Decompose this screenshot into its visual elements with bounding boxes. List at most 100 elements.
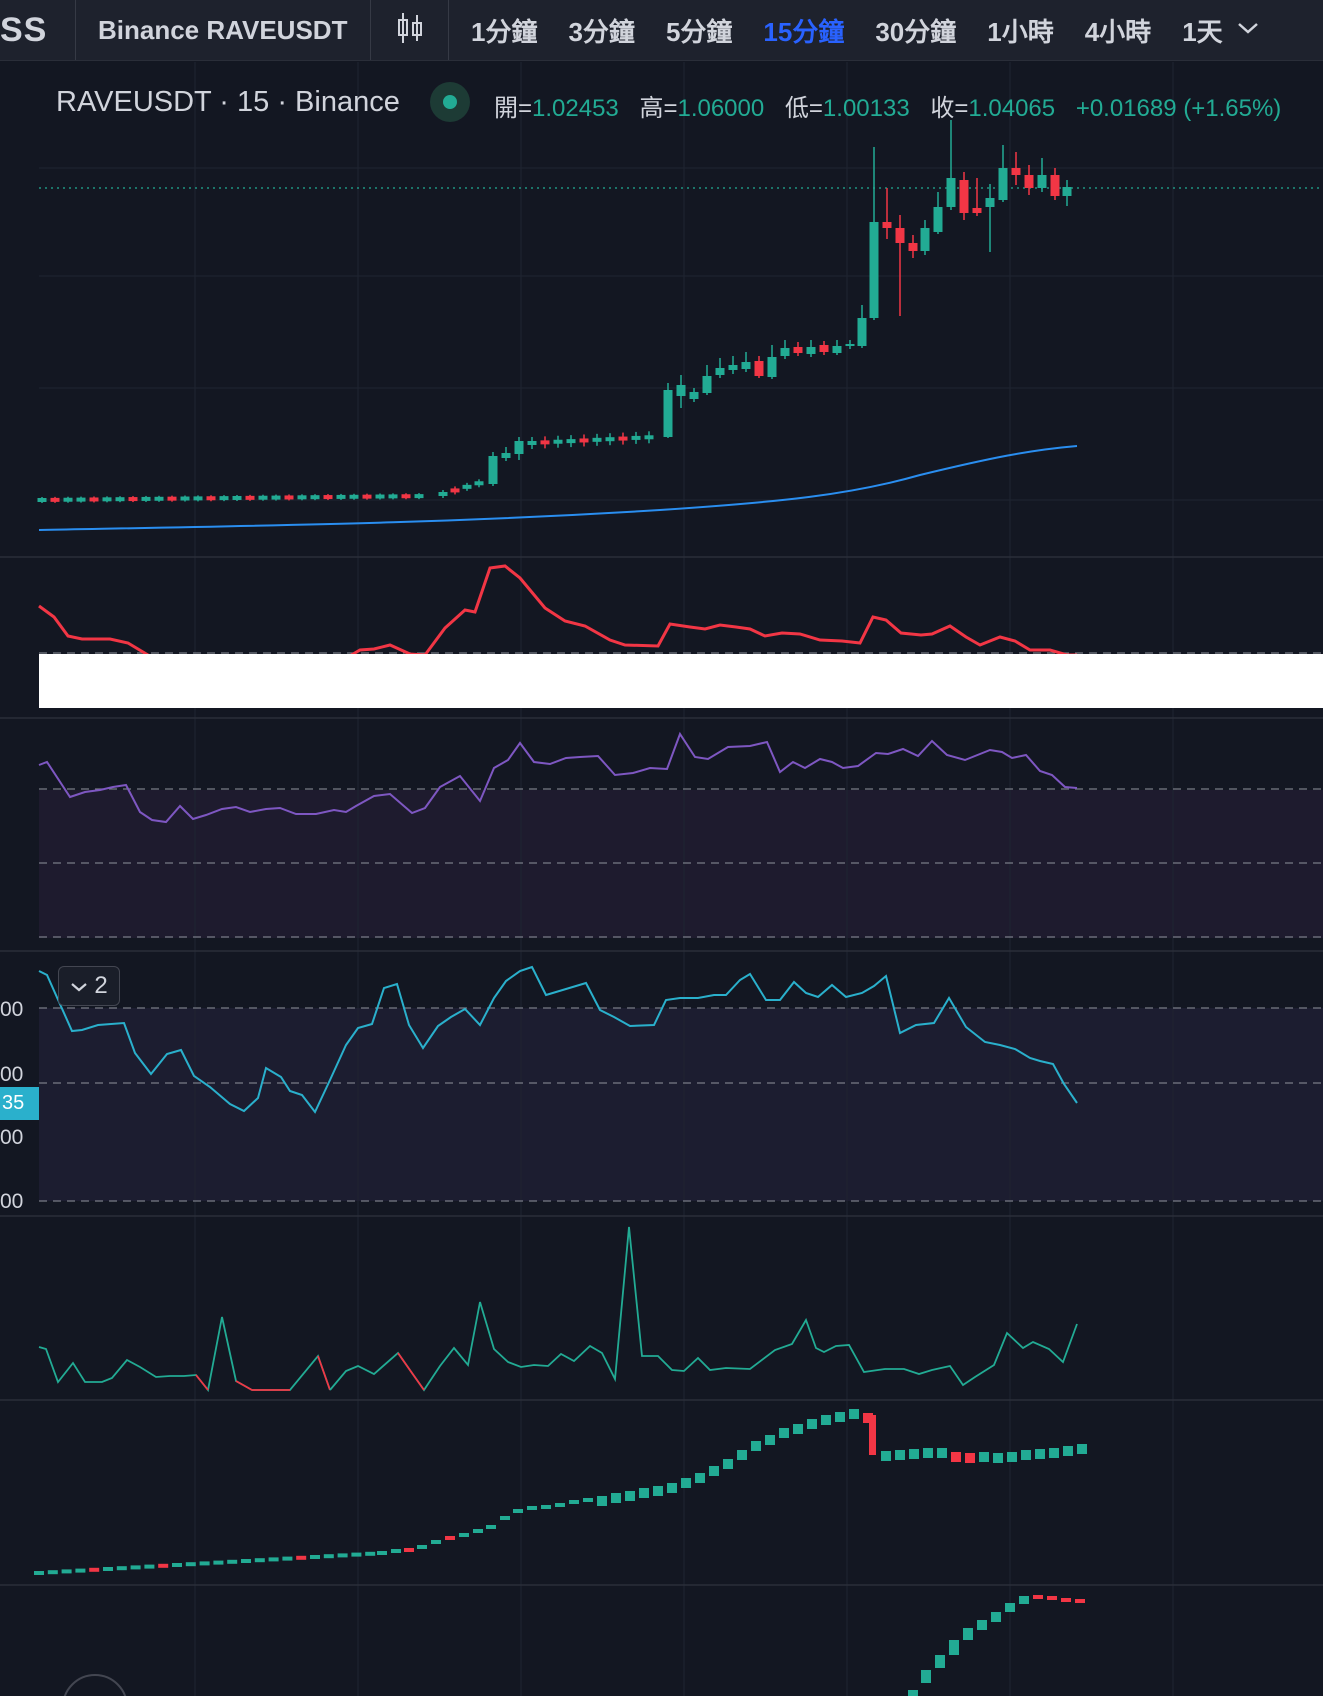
candle-body: [1011, 168, 1021, 175]
cumulative-bar: [377, 1551, 387, 1555]
candle-body: [245, 495, 255, 500]
candle-body: [474, 481, 484, 486]
cumulative-bar: [793, 1424, 803, 1434]
candle-body: [1024, 175, 1034, 188]
cumulative-bar: [723, 1459, 733, 1469]
candle-body: [689, 392, 699, 399]
rsi-band: [39, 790, 1323, 938]
axis-label: 00: [0, 1190, 24, 1213]
cumulative-bar: [765, 1435, 775, 1445]
candle-body: [959, 180, 969, 213]
trading-chart-app: SS Binance RAVEUSDT 1分鐘 3分鐘 5分鐘 15分鐘 30分…: [0, 0, 1323, 1696]
candle-body: [349, 494, 359, 499]
ohlc-values: 開=1.02453 高=1.06000 低=1.00133 收=1.04065 …: [494, 88, 1295, 123]
cumulative-bar: [1049, 1448, 1059, 1458]
cumulative-bar: [751, 1441, 761, 1451]
axis-label: 00: [0, 1063, 24, 1086]
candle-body: [414, 494, 424, 499]
candle-body: [845, 344, 855, 346]
change-value: +0.01689 (+1.65%): [1075, 95, 1282, 122]
volume-line: [329, 1226, 1078, 1392]
candle-body: [540, 440, 550, 445]
volume-line-down: [235, 1380, 290, 1391]
cumulative-bar: [695, 1473, 705, 1483]
candle-body: [401, 494, 411, 499]
cumulative-bar: [821, 1415, 831, 1425]
candle-body: [362, 494, 372, 499]
candle-body: [488, 456, 498, 484]
candle-body: [1037, 175, 1047, 188]
cumulative-bar: [47, 1570, 58, 1575]
candle-body: [702, 376, 712, 393]
candle-body: [284, 495, 294, 500]
candle-body: [618, 436, 628, 441]
cumulative-bar: [310, 1555, 320, 1559]
cumulative-bar: [965, 1453, 975, 1463]
high-label: 高=: [639, 95, 678, 122]
bottom-pane-bar: [1061, 1598, 1071, 1602]
low-label: 低=: [784, 95, 823, 122]
candle-body: [767, 357, 777, 377]
candle-body: [128, 497, 138, 502]
chart-canvas[interactable]: [0, 0, 1323, 1696]
cumulative-bar: [296, 1555, 307, 1560]
cumulative-bar: [473, 1529, 483, 1533]
candle-body: [793, 347, 803, 353]
open-label: 開=: [494, 95, 533, 122]
bottom-pane-bar: [963, 1628, 973, 1640]
cumulative-bar: [199, 1561, 210, 1566]
cumulative-bar: [351, 1552, 362, 1557]
candle-body: [857, 318, 867, 346]
candle-body: [882, 222, 892, 228]
candle-body: [271, 495, 281, 500]
cumulative-bar: [1035, 1449, 1045, 1459]
cumulative-bar: [527, 1506, 537, 1510]
candle-body: [998, 168, 1008, 200]
cumulative-bar: [681, 1478, 691, 1488]
cumulative-bar: [445, 1536, 455, 1540]
candle-body: [154, 496, 164, 501]
cumulative-bar: [923, 1448, 933, 1458]
candle-body: [141, 496, 151, 501]
cumulative-bar: [500, 1516, 510, 1520]
bottom-pane-bar: [1005, 1603, 1015, 1612]
candle-body: [297, 495, 307, 500]
candle-body: [985, 198, 995, 207]
cumulative-bar: [807, 1419, 817, 1429]
candle-body: [933, 207, 943, 232]
candle-body: [806, 347, 816, 354]
candle-body: [193, 496, 203, 501]
candle-body: [741, 362, 751, 369]
market-status-icon[interactable]: [429, 82, 470, 122]
cumulative-bar: [1007, 1452, 1017, 1462]
candle-body: [375, 494, 385, 499]
cumulative-bar: [61, 1569, 72, 1574]
volume-line-down: [397, 1352, 425, 1391]
bottom-pane-bar: [991, 1612, 1001, 1622]
cumulative-bar: [227, 1559, 238, 1564]
volume-line-down: [195, 1374, 209, 1391]
legend-title: RAVEUSDT · 15 · Binance: [56, 85, 400, 118]
cumulative-bar: [1063, 1446, 1073, 1456]
candle-body: [310, 495, 320, 500]
bottom-pane-bar: [921, 1670, 931, 1683]
cumulative-bar: [895, 1450, 905, 1460]
volume-line-down: [317, 1355, 331, 1391]
candle-body: [663, 390, 673, 437]
cumulative-bar: [667, 1483, 677, 1493]
candle-body: [592, 437, 602, 442]
cumulative-bar: [849, 1409, 859, 1419]
candle-body: [514, 441, 524, 454]
cumulative-bar: [1021, 1450, 1031, 1460]
candle-body: [527, 441, 537, 445]
cumulative-bar: [881, 1451, 891, 1461]
candle-body: [89, 497, 99, 502]
cumulative-bar: [254, 1558, 265, 1563]
cumulative-bar: [282, 1556, 293, 1561]
cumulative-bar: [213, 1560, 224, 1565]
cumulative-bar: [144, 1564, 155, 1569]
candle-body: [644, 435, 654, 440]
collapse-indicators-button[interactable]: 2: [58, 966, 120, 1006]
volume-line: [38, 1316, 331, 1393]
candle-body: [180, 496, 190, 501]
